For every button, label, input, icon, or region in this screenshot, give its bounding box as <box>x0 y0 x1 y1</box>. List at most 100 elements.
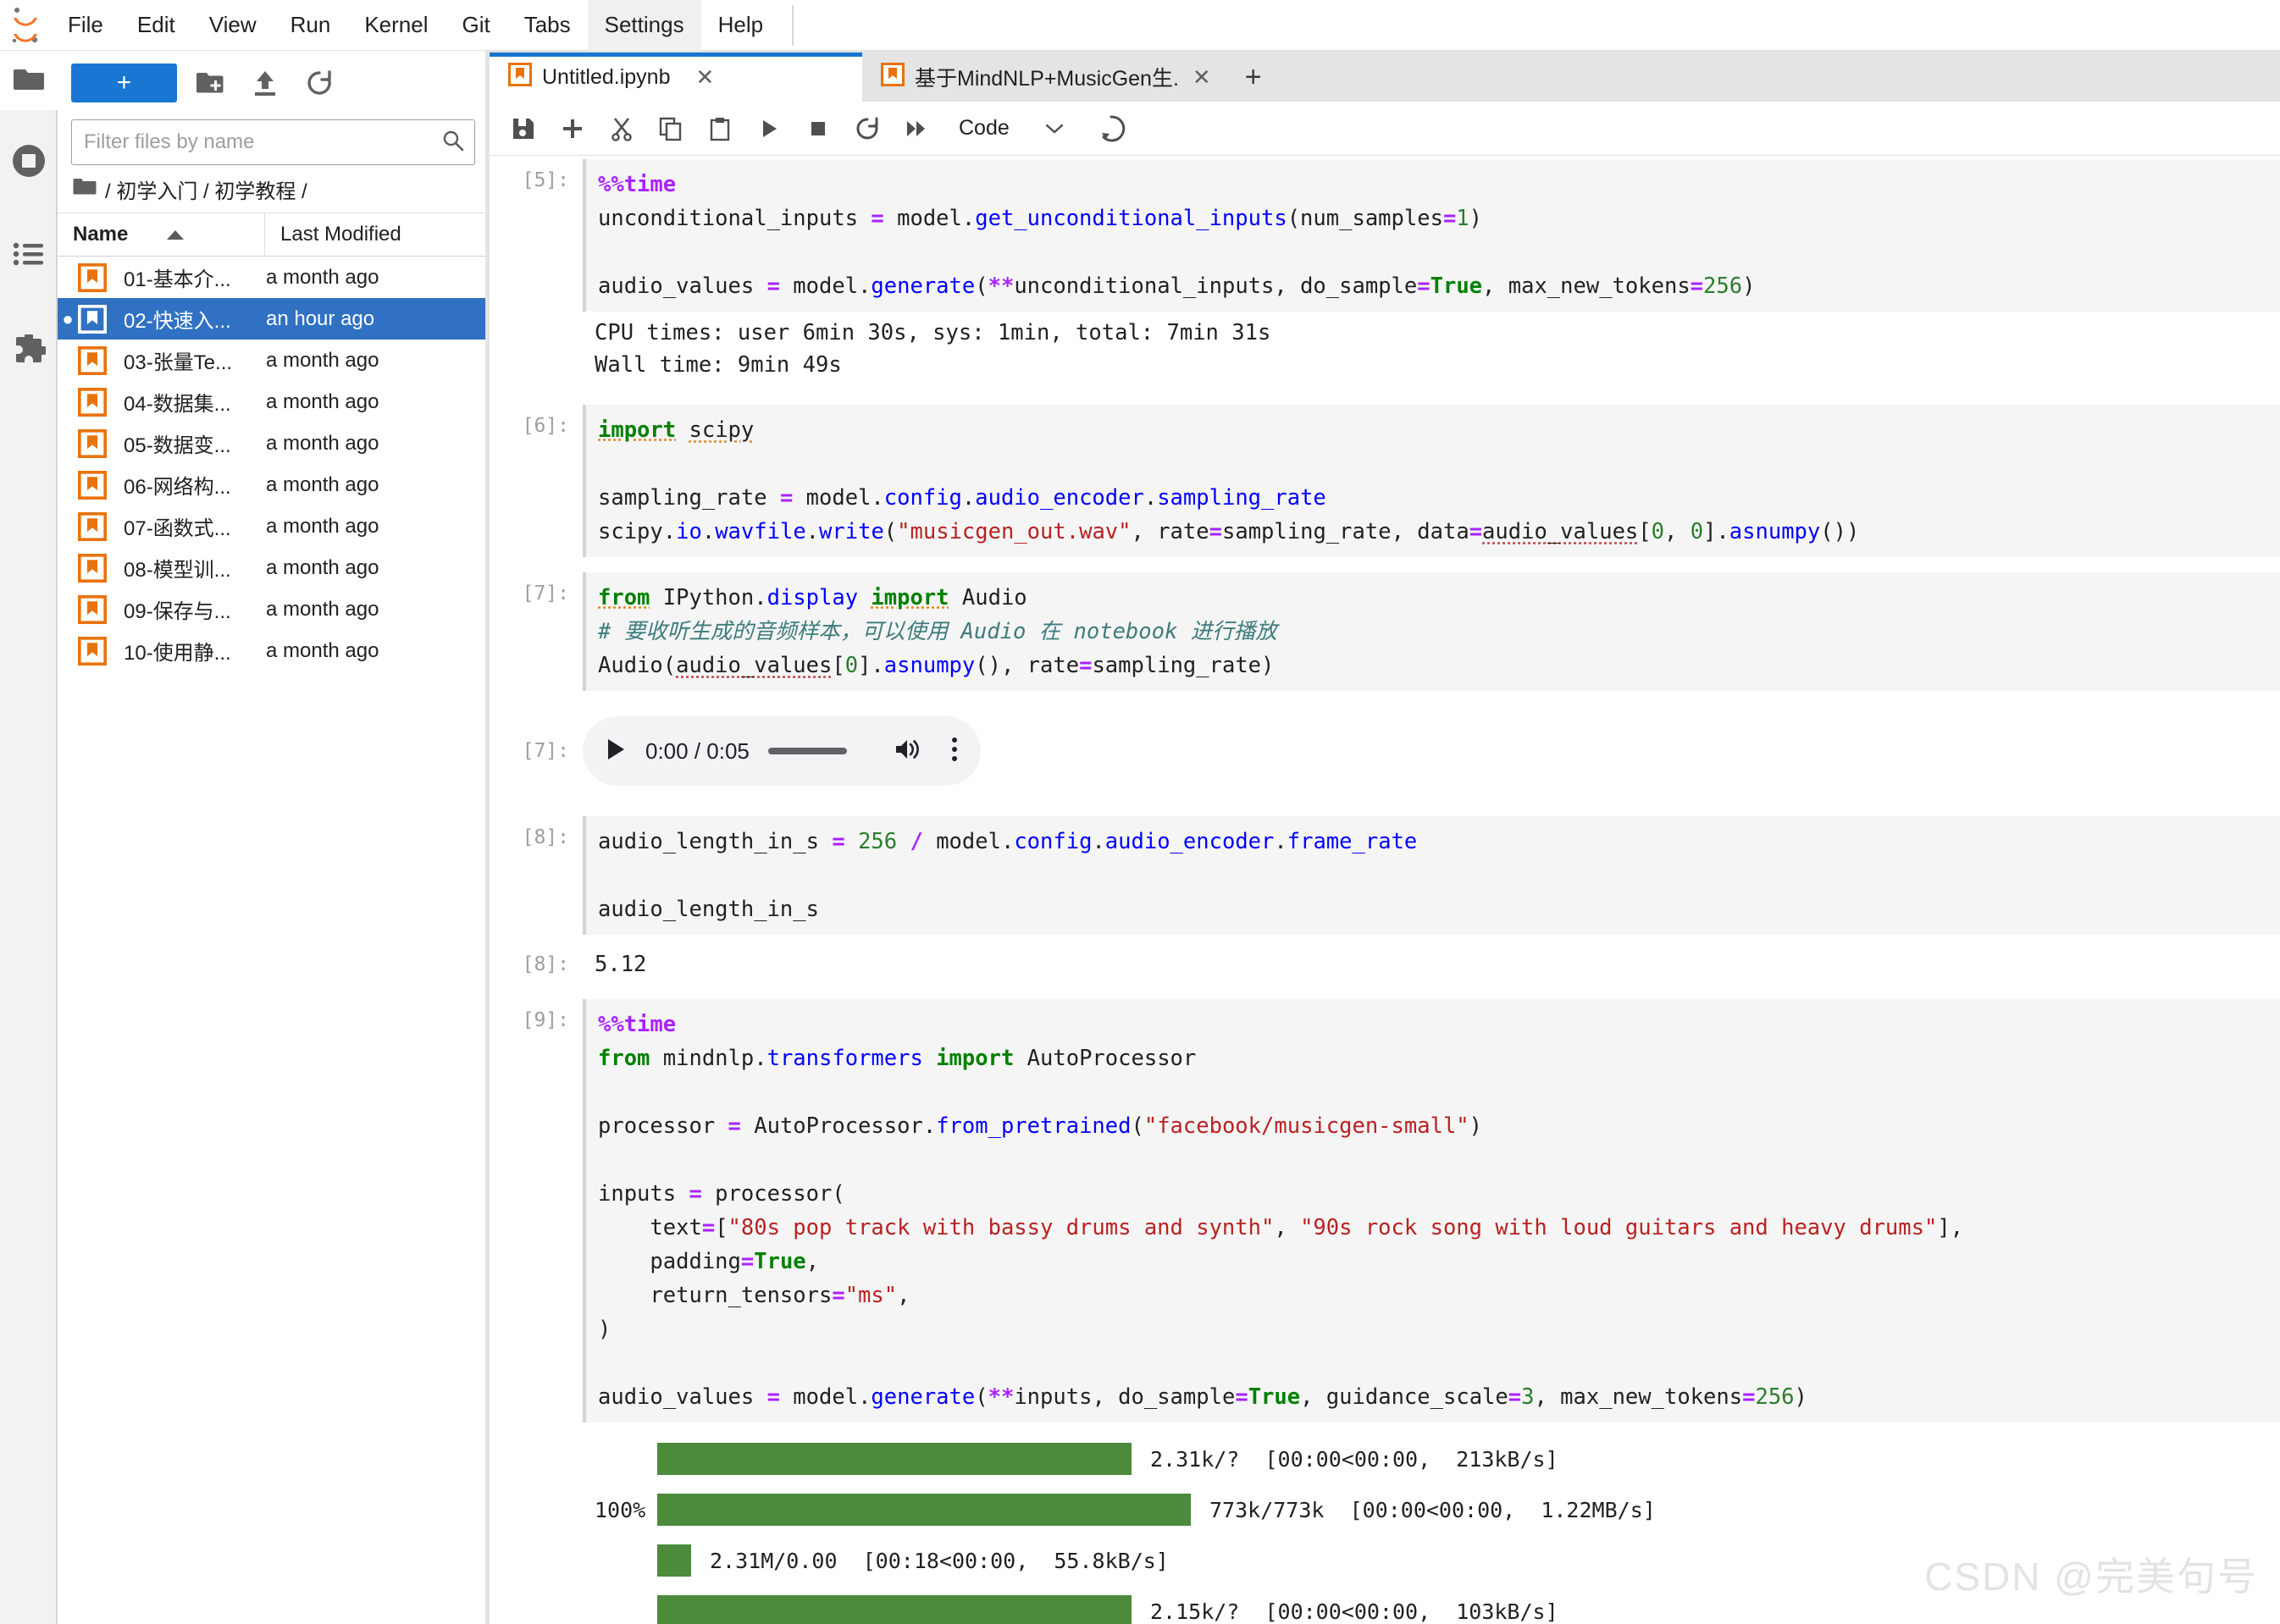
menu-view[interactable]: View <box>192 0 274 51</box>
jupyterlab-window: File Edit View Run Kernel Git Tabs Setti… <box>0 0 2280 1624</box>
file-name: 01-基本介... <box>124 268 231 291</box>
insert-cell-icon[interactable] <box>551 107 595 151</box>
stop-icon[interactable] <box>796 107 840 151</box>
cell-input[interactable]: from IPython.display import Audio # 要收听生… <box>583 572 2280 691</box>
notebook-cell[interactable]: [7]: from IPython.display import Audio #… <box>490 572 2280 691</box>
file-last-modified: a month ago <box>266 389 379 413</box>
notebook-icon <box>78 470 115 500</box>
volume-icon[interactable] <box>894 737 921 765</box>
cell-input[interactable]: %%time unconditional_inputs = model.get_… <box>583 159 2280 312</box>
file-list-header: Name Last Modified <box>58 213 489 257</box>
file-last-modified: a month ago <box>266 555 379 579</box>
kernel-busy-icon[interactable] <box>1089 107 1133 151</box>
file-list-item[interactable]: 04-数据集... a month ago <box>58 381 489 423</box>
menu-git[interactable]: Git <box>445 0 506 51</box>
file-list-item[interactable]: 10-使用静... a month ago <box>58 630 489 671</box>
file-list-item[interactable]: 03-张量Te... a month ago <box>58 340 489 381</box>
restart-and-run-all-icon[interactable] <box>894 107 938 151</box>
file-list-item[interactable]: 09-保存与... a month ago <box>58 588 489 630</box>
cell-input[interactable]: import scipy sampling_rate = model.confi… <box>583 405 2280 557</box>
menu-file[interactable]: File <box>51 0 120 51</box>
play-icon[interactable] <box>605 737 627 766</box>
refresh-icon[interactable] <box>299 63 340 103</box>
cell-prompt: [6]: <box>522 415 569 437</box>
file-list-item[interactable]: ● 02-快速入... an hour ago <box>58 298 489 340</box>
notebook-cell-output: [8]: 5.12 <box>490 943 2280 986</box>
menu-edit[interactable]: Edit <box>120 0 192 51</box>
upload-icon[interactable] <box>245 63 285 103</box>
save-icon[interactable] <box>501 107 545 151</box>
filter-files-box[interactable] <box>71 119 475 165</box>
notebook-icon <box>881 62 905 92</box>
cell-type-dropdown[interactable]: Code <box>959 116 1069 141</box>
copy-icon[interactable] <box>649 107 693 151</box>
menu-help[interactable]: Help <box>701 0 780 51</box>
notebook-icon <box>78 428 115 458</box>
menu-run[interactable]: Run <box>274 0 348 51</box>
tab-label: 基于MindNLP+MusicGen生. <box>915 67 1179 91</box>
file-list-item[interactable]: 08-模型训... a month ago <box>58 547 489 588</box>
notebook-cell[interactable]: [5]: %%time unconditional_inputs = model… <box>490 156 2280 312</box>
search-icon[interactable] <box>442 130 464 156</box>
column-header-name[interactable]: Name <box>58 223 264 246</box>
file-last-modified: an hour ago <box>266 307 375 330</box>
audio-progress-track[interactable] <box>767 748 847 754</box>
cell-prompt: [9]: <box>522 1009 569 1031</box>
tab-musicgen-notebook[interactable]: 基于MindNLP+MusicGen生. ✕ <box>862 52 1230 102</box>
restart-kernel-icon[interactable] <box>845 107 889 151</box>
audio-player[interactable]: 0:00 / 0:05 <box>583 716 981 786</box>
running-indicator-dot: ● <box>62 307 74 329</box>
notebook-cell[interactable]: [8]: audio_length_in_s = 256 / model.con… <box>490 816 2280 935</box>
new-tab-button[interactable]: + <box>1230 52 1277 102</box>
menu-kernel[interactable]: Kernel <box>347 0 445 51</box>
search-input[interactable] <box>82 130 442 155</box>
cell-source: %%time unconditional_inputs = model.get_… <box>598 172 1756 299</box>
cell-source: %%time from mindnlp.transformers import … <box>598 1012 1964 1410</box>
progress-bar-fill <box>657 1595 1132 1624</box>
run-icon[interactable] <box>747 107 791 151</box>
cell-input[interactable]: audio_length_in_s = 256 / model.config.a… <box>583 816 2280 935</box>
file-list-item[interactable]: 01-基本介... a month ago <box>58 257 489 298</box>
tab-untitled-ipynb[interactable]: Untitled.ipynb ✕ <box>490 52 862 102</box>
running-sessions-icon <box>11 143 47 183</box>
new-launcher-button[interactable]: + <box>71 63 177 102</box>
notebook-icon <box>78 345 115 375</box>
file-list-item[interactable]: 07-函数式... a month ago <box>58 505 489 547</box>
close-icon[interactable]: ✕ <box>695 64 714 91</box>
file-list-item[interactable]: 06-网络构... a month ago <box>58 464 489 505</box>
chevron-down-icon <box>1045 116 1064 141</box>
menu-tabs[interactable]: Tabs <box>507 0 588 51</box>
file-name: 04-数据集... <box>124 393 231 416</box>
cell-prompt: [8]: <box>522 826 569 848</box>
cell-input[interactable]: %%time from mindnlp.transformers import … <box>583 999 2280 1422</box>
breadcrumb-path[interactable]: / 初学入门 / 初学教程 / <box>105 174 307 204</box>
file-name: 06-网络构... <box>124 476 231 499</box>
extension-manager-icon <box>12 331 48 371</box>
cell-output-prompt: [7]: <box>522 740 569 762</box>
progress-bar-row: 100% 773k/773k [00:00<00:00, 1.22MB/s] <box>595 1490 2280 1529</box>
notebook-cell[interactable]: [9]: %%time from mindnlp.transformers im… <box>490 999 2280 1422</box>
new-folder-icon[interactable] <box>191 63 231 103</box>
close-icon[interactable]: ✕ <box>1193 64 1211 91</box>
sidebar-item-table-of-contents[interactable] <box>0 217 58 295</box>
cell-type-value: Code <box>959 116 1010 140</box>
more-vertical-icon[interactable] <box>950 736 959 767</box>
sidebar-item-extension-manager[interactable] <box>0 313 58 391</box>
file-name: 09-保存与... <box>124 600 231 623</box>
cell-output-line: Wall time: 9min 49s <box>595 352 842 378</box>
cell-source: import scipy sampling_rate = model.confi… <box>598 417 1860 544</box>
cut-icon[interactable] <box>600 107 644 151</box>
notebook-scroll-area[interactable]: [5]: %%time unconditional_inputs = model… <box>490 156 2280 1624</box>
column-header-last-modified[interactable]: Last Modified <box>264 213 489 256</box>
notebook-cell[interactable]: [6]: import scipy sampling_rate = model.… <box>490 405 2280 557</box>
table-of-contents-icon <box>13 241 45 271</box>
sidebar-item-file-browser[interactable] <box>0 51 58 110</box>
notebook-icon <box>78 387 115 417</box>
file-list-item[interactable]: 05-数据变... a month ago <box>58 423 489 464</box>
file-list: 01-基本介... a month ago ● 02-快速入... an hour a… <box>58 257 489 671</box>
sidebar-item-running-sessions[interactable] <box>0 124 58 202</box>
paste-icon[interactable] <box>698 107 742 151</box>
breadcrumb[interactable]: / 初学入门 / 初学教程 / <box>58 165 489 213</box>
notebook-icon <box>508 62 532 92</box>
menu-settings[interactable]: Settings <box>587 0 701 51</box>
